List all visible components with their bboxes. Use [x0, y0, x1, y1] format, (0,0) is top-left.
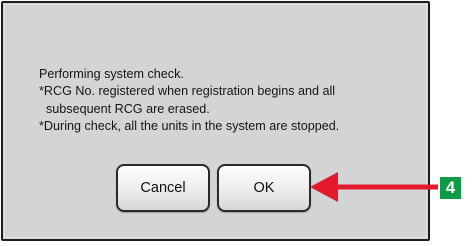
- message-line: *RCG No. registered when registration be…: [39, 84, 336, 99]
- system-check-dialog: Performing system check. *RCG No. regist…: [1, 1, 430, 241]
- cancel-button[interactable]: Cancel: [116, 164, 210, 212]
- ok-button[interactable]: OK: [217, 164, 311, 212]
- message-line: subsequent RCG are erased.: [46, 101, 210, 116]
- message-line: Performing system check.: [39, 67, 184, 81]
- step-number-badge: 4: [440, 177, 461, 199]
- cancel-button-label: Cancel: [140, 180, 186, 196]
- message-line: *During check, all the units in the syst…: [39, 118, 340, 133]
- pointer-arrow-icon: [310, 172, 438, 202]
- ok-button-label: OK: [253, 180, 275, 196]
- dialog-message: Performing system check. *RCG No. regist…: [39, 66, 339, 135]
